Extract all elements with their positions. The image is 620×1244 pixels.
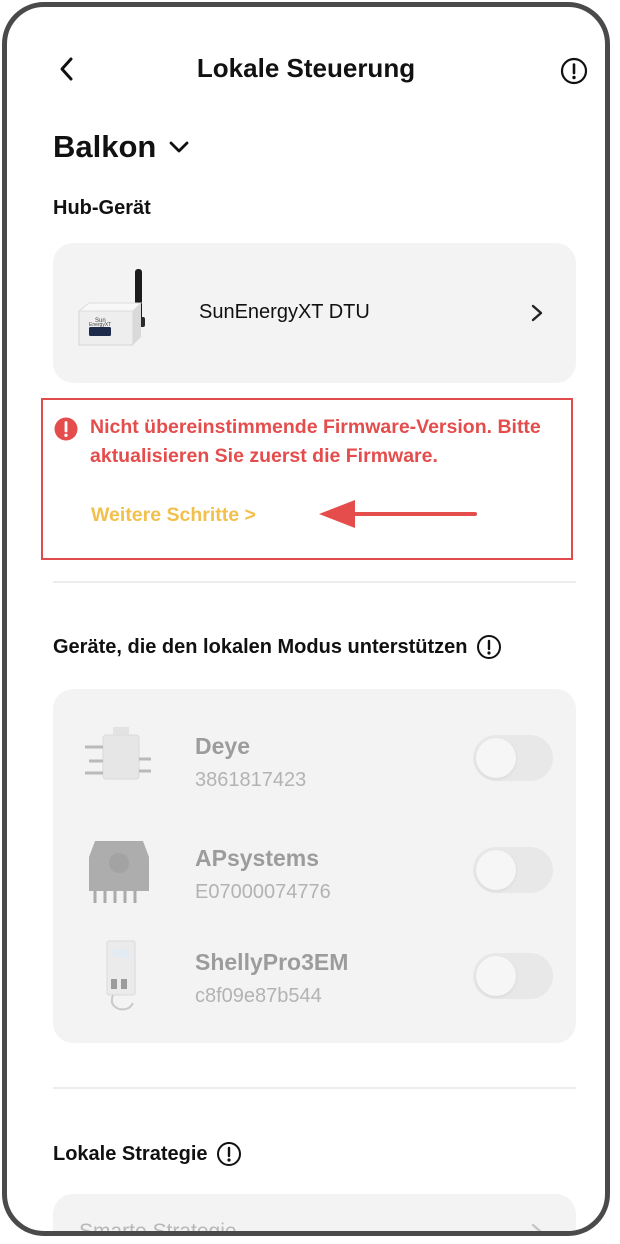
page-title: Lokale Steuerung (196, 53, 416, 83)
firmware-warning-box: Nicht übereinstimmende Firmware-Version.… (41, 398, 573, 560)
section-divider (53, 1087, 576, 1089)
error-icon (54, 417, 78, 441)
toggle-knob (476, 956, 516, 996)
more-steps-link[interactable]: Weitere Schritte > (91, 504, 256, 527)
device-name: Deye (195, 733, 250, 759)
apsystems-toggle[interactable] (473, 847, 553, 893)
deye-inverter-image (85, 727, 151, 780)
info-circle-icon[interactable] (476, 634, 502, 660)
location-selector[interactable]: Balkon (53, 129, 190, 165)
devices-section-title: Geräte, die den lokalen Modus unterstütz… (53, 635, 468, 658)
dtu-device-image: Sun EnergyXT (77, 269, 145, 346)
strategy-selector[interactable]: Smarte Strategie (53, 1194, 576, 1236)
device-serial: 3861817423 (195, 769, 307, 791)
devices-section-label: Geräte, die den lokalen Modus unterstütz… (53, 634, 502, 660)
info-circle-icon (560, 57, 588, 85)
shelly-toggle[interactable] (473, 953, 553, 999)
firmware-warning-message: Nicht übereinstimmende Firmware-Version.… (90, 416, 541, 467)
deye-toggle[interactable] (473, 735, 553, 781)
device-name: APsystems (195, 845, 320, 871)
device-serial: c8f09e87b544 (195, 985, 322, 1007)
phone-frame: Lokale Steuerung Balkon Hub-Gerät Sun En… (2, 2, 610, 1236)
chevron-right-icon (531, 1223, 542, 1231)
devices-card: Deye 3861817423 APsystems E07000074776 S… (53, 689, 576, 1043)
strategy-value: Smarte Strategie (79, 1220, 237, 1236)
apsystems-inverter-image (89, 841, 149, 903)
info-circle-icon[interactable] (216, 1141, 242, 1167)
location-name: Balkon (53, 129, 157, 164)
toggle-knob (476, 850, 516, 890)
device-name: ShellyPro3EM (195, 949, 349, 975)
device-serial: E07000074776 (195, 881, 331, 903)
toggle-knob (476, 738, 516, 778)
hub-device-name: SunEnergyXT DTU (199, 301, 370, 323)
arrow-left-annotation-icon (319, 500, 477, 528)
chevron-down-icon (169, 141, 189, 153)
info-button[interactable] (560, 57, 588, 85)
hub-device-card[interactable]: Sun EnergyXT SunEnergyXT DTU (53, 243, 576, 383)
shelly-meter-image (106, 940, 136, 1011)
hub-section-label: Hub-Gerät (53, 197, 151, 219)
strategy-section-label: Lokale Strategie (53, 1141, 242, 1167)
svg-text:EnergyXT: EnergyXT (89, 322, 111, 328)
chevron-right-icon (531, 304, 543, 322)
strategy-section-title: Lokale Strategie (53, 1142, 208, 1165)
section-divider (53, 581, 576, 583)
